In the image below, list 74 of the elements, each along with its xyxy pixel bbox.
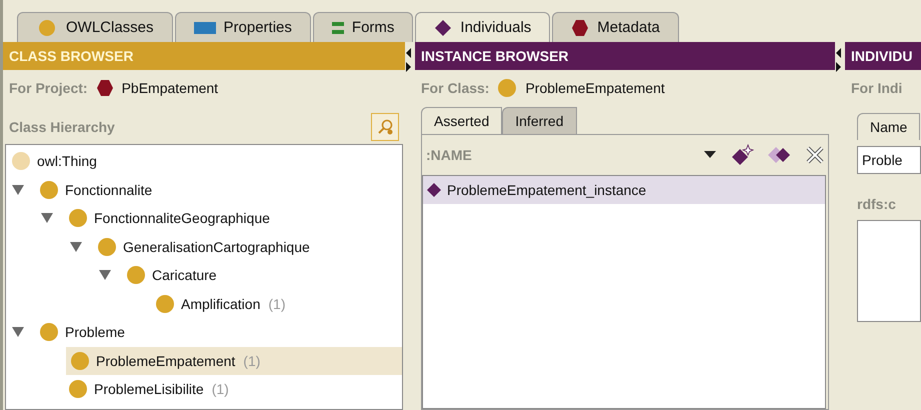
- tree-row[interactable]: ProblemeLisibilite (1): [6, 375, 402, 404]
- tree-row[interactable]: Probleme: [6, 318, 402, 346]
- class-name: GeneralisationCartographique: [123, 238, 310, 255]
- circle-icon: [68, 208, 88, 228]
- class-label: For Class:: [421, 80, 490, 96]
- instance-count: (1): [243, 352, 260, 369]
- tab[interactable]: Properties: [174, 12, 311, 42]
- search-button[interactable]: [371, 113, 399, 141]
- expand-toggle-icon[interactable]: [11, 184, 25, 196]
- column-header: :NAME: [426, 147, 472, 163]
- form-icon: [332, 20, 344, 34]
- class-name: ProblemeEmpatement: [96, 352, 236, 369]
- tree-row[interactable]: GeneralisationCartographique: [6, 232, 402, 261]
- circle-icon: [68, 379, 88, 400]
- tree-row[interactable]: owl:Thing: [6, 147, 402, 176]
- individual-label: For Indi: [851, 80, 902, 96]
- expand-toggle-icon[interactable]: [40, 212, 54, 224]
- expand-toggle-icon[interactable]: [69, 240, 83, 253]
- tab[interactable]: Forms: [312, 12, 414, 42]
- class-name: Caricature: [152, 267, 217, 284]
- collapse-arrows-icon[interactable]: [405, 48, 413, 72]
- copy-instance-icon[interactable]: [768, 146, 792, 164]
- search-icon: [376, 118, 394, 136]
- name-field[interactable]: Proble: [857, 146, 921, 174]
- tree-row[interactable]: Caricature: [6, 261, 402, 290]
- circle-icon: [70, 350, 90, 371]
- tab[interactable]: OWLClasses: [17, 12, 173, 42]
- tab[interactable]: Metadata: [552, 12, 679, 42]
- circle-icon: [155, 294, 175, 314]
- tree-row[interactable]: Fonctionnalite: [6, 176, 402, 204]
- circle-icon: [126, 265, 146, 286]
- circle-icon: [11, 151, 31, 172]
- class-name: ProblemeLisibilite: [94, 381, 204, 398]
- class-name: Amplification: [181, 296, 260, 312]
- tree-row[interactable]: ProblemeEmpatement (1): [66, 346, 402, 375]
- circle-icon: [97, 236, 117, 257]
- tab[interactable]: Asserted: [421, 107, 502, 134]
- instance-count: (1): [212, 381, 229, 398]
- tab[interactable]: Individuals: [415, 12, 550, 42]
- instance-count: (1): [268, 296, 286, 312]
- class-name: Probleme: [65, 324, 125, 340]
- delete-icon[interactable]: [806, 146, 824, 164]
- panel-header: INSTANCE BROWSER: [415, 42, 835, 70]
- project-name: PbEmpatement: [122, 80, 218, 96]
- instance-row[interactable]: ProblemeEmpatement_instance: [423, 176, 825, 204]
- diamond-icon: [426, 182, 442, 198]
- expand-toggle-icon[interactable]: [11, 326, 25, 338]
- rectangle-icon: [194, 20, 216, 34]
- tree-row[interactable]: Amplification (1): [6, 290, 402, 318]
- diamond-icon: [434, 18, 452, 36]
- circle-icon: [497, 78, 518, 98]
- class-name: ProblemeEmpatement: [525, 80, 665, 96]
- instance-name: ProblemeEmpatement_instance: [447, 182, 646, 198]
- expand-toggle-icon[interactable]: [98, 269, 112, 282]
- comment-field[interactable]: [857, 220, 921, 322]
- tab[interactable]: Name: [857, 113, 920, 140]
- create-instance-icon[interactable]: [730, 144, 754, 166]
- panel-header: INDIVIDU: [845, 42, 921, 70]
- panel-header: CLASS BROWSER: [3, 42, 405, 70]
- circle-icon: [36, 18, 58, 36]
- class-name: FonctionnaliteGeographique: [94, 210, 270, 226]
- hierarchy-label: Class Hierarchy: [9, 119, 115, 135]
- class-name: Fonctionnalite: [65, 182, 152, 198]
- circle-icon: [39, 322, 59, 342]
- collapse-arrows-icon[interactable]: [835, 48, 843, 72]
- tab[interactable]: Inferred: [502, 107, 576, 134]
- hexagon-icon: [571, 18, 590, 36]
- hexagon-icon: [96, 79, 114, 97]
- dropdown-caret-icon[interactable]: [704, 151, 716, 159]
- circle-icon: [39, 180, 59, 200]
- tree-row[interactable]: FonctionnaliteGeographique: [6, 204, 402, 232]
- project-label: For Project:: [9, 80, 88, 96]
- class-name: owl:Thing: [37, 153, 97, 170]
- property-label: rdfs:c: [857, 196, 897, 212]
